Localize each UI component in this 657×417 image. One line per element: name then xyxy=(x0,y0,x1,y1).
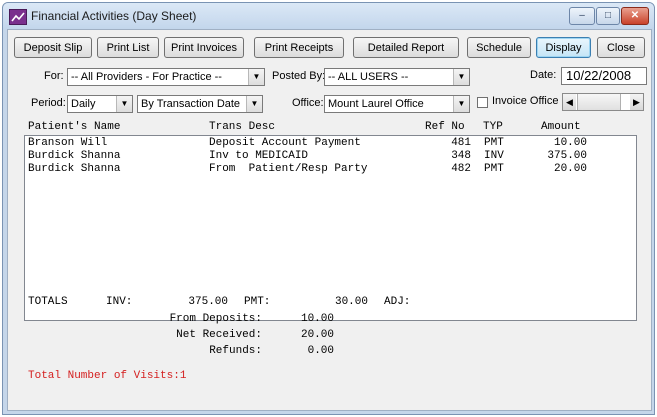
close-button[interactable]: Close xyxy=(597,37,645,58)
ref-no: 348 xyxy=(451,150,471,162)
ref-no: 481 xyxy=(451,137,471,149)
arrow-left-icon[interactable]: ◀ xyxy=(563,94,576,110)
refunds-label: Refunds: xyxy=(209,345,262,357)
typ: PMT xyxy=(484,137,504,149)
posted-by-label: Posted By: xyxy=(272,70,326,82)
table-row[interactable]: Burdick Shanna Inv to MEDICAID 348 INV 3… xyxy=(25,150,636,163)
totals-label: TOTALS xyxy=(28,296,68,308)
display-button[interactable]: Display xyxy=(536,37,591,58)
chevron-down-icon: ▼ xyxy=(116,96,132,112)
chevron-down-icon: ▼ xyxy=(248,69,264,85)
window-title: Financial Activities (Day Sheet) xyxy=(31,9,197,23)
office-select[interactable]: Mount Laurel Office ▼ xyxy=(324,95,470,113)
close-icon: ✕ xyxy=(630,10,640,21)
print-invoices-button[interactable]: Print Invoices xyxy=(164,37,244,58)
patient-name: Burdick Shanna xyxy=(28,150,121,162)
column-header-typ: TYP xyxy=(483,121,503,133)
patient-name: Branson Will xyxy=(28,137,108,149)
adj-label: ADJ: xyxy=(384,296,411,308)
client-area: Deposit Slip Print List Print Invoices P… xyxy=(7,29,652,411)
provider-select[interactable]: -- All Providers - For Practice -- ▼ xyxy=(67,68,265,86)
column-header-amount: Amount xyxy=(541,121,581,133)
inv-total: 375.00 xyxy=(188,296,228,308)
net-received-value: 20.00 xyxy=(300,329,334,341)
net-received-label: Net Received: xyxy=(176,329,262,341)
maximize-icon: □ xyxy=(604,10,612,21)
minimize-icon: – xyxy=(579,10,585,21)
chevron-down-icon: ▼ xyxy=(246,96,262,112)
detailed-report-button[interactable]: Detailed Report xyxy=(353,37,459,58)
scrollbar-thumb[interactable] xyxy=(577,94,621,110)
deposit-slip-button[interactable]: Deposit Slip xyxy=(14,37,92,58)
date-basis-select-value: By Transaction Date xyxy=(141,98,241,110)
title-bar[interactable]: Financial Activities (Day Sheet) – □ ✕ xyxy=(3,3,654,29)
typ: INV xyxy=(484,150,504,162)
pmt-total: 30.00 xyxy=(334,296,368,308)
minimize-button[interactable]: – xyxy=(569,7,595,25)
table-row[interactable]: Branson Will Deposit Account Payment 481… xyxy=(25,137,636,150)
print-receipts-button[interactable]: Print Receipts xyxy=(254,37,344,58)
print-list-button[interactable]: Print List xyxy=(97,37,159,58)
trans-desc: From Patient/Resp Party xyxy=(209,163,368,175)
for-label: For: xyxy=(44,70,64,82)
inv-label: INV: xyxy=(106,296,133,308)
column-header-ref-no: Ref No xyxy=(425,121,465,133)
posted-by-select-value: -- ALL USERS -- xyxy=(328,71,409,83)
posted-by-select[interactable]: -- ALL USERS -- ▼ xyxy=(324,68,470,86)
invoice-office-scrollbar[interactable]: ◀ ▶ xyxy=(562,93,644,111)
chevron-down-icon: ▼ xyxy=(453,96,469,112)
amount: 375.00 xyxy=(547,150,587,162)
typ: PMT xyxy=(484,163,504,175)
column-header-patient-name: Patient's Name xyxy=(28,121,121,133)
provider-select-value: -- All Providers - For Practice -- xyxy=(71,71,222,83)
close-window-button[interactable]: ✕ xyxy=(621,7,649,25)
financial-activities-window: Financial Activities (Day Sheet) – □ ✕ D… xyxy=(2,2,655,415)
patient-name: Burdick Shanna xyxy=(28,163,121,175)
from-deposits-value: 10.00 xyxy=(300,313,334,325)
amount: 20.00 xyxy=(553,163,587,175)
period-label: Period: xyxy=(31,97,66,109)
maximize-button[interactable]: □ xyxy=(596,7,620,25)
period-select[interactable]: Daily ▼ xyxy=(67,95,133,113)
trans-desc: Inv to MEDICAID xyxy=(209,150,309,162)
trans-desc: Deposit Account Payment xyxy=(209,137,361,149)
transactions-list[interactable]: Branson Will Deposit Account Payment 481… xyxy=(24,135,637,321)
period-select-value: Daily xyxy=(71,98,96,110)
date-basis-select[interactable]: By Transaction Date ▼ xyxy=(137,95,263,113)
schedule-button[interactable]: Schedule xyxy=(467,37,531,58)
from-deposits-label: From Deposits: xyxy=(169,313,262,325)
arrow-right-icon[interactable]: ▶ xyxy=(630,94,643,110)
invoice-office-checkbox[interactable] xyxy=(477,97,488,108)
date-label: Date: xyxy=(530,69,557,81)
chart-line-icon xyxy=(9,9,27,25)
column-header-trans-desc: Trans Desc xyxy=(209,121,276,133)
invoice-office-label: Invoice Office xyxy=(492,95,559,107)
chevron-down-icon: ▼ xyxy=(453,69,469,85)
refunds-value: 0.00 xyxy=(307,345,334,357)
office-select-value: Mount Laurel Office xyxy=(328,98,424,110)
date-field[interactable]: 10/22/2008 xyxy=(561,67,647,85)
amount: 10.00 xyxy=(553,137,587,149)
office-label: Office: xyxy=(292,97,324,109)
table-row[interactable]: Burdick Shanna From Patient/Resp Party 4… xyxy=(25,163,636,176)
ref-no: 482 xyxy=(451,163,471,175)
pmt-label: PMT: xyxy=(244,296,271,308)
total-visits: Total Number of Visits:1 xyxy=(28,370,187,382)
